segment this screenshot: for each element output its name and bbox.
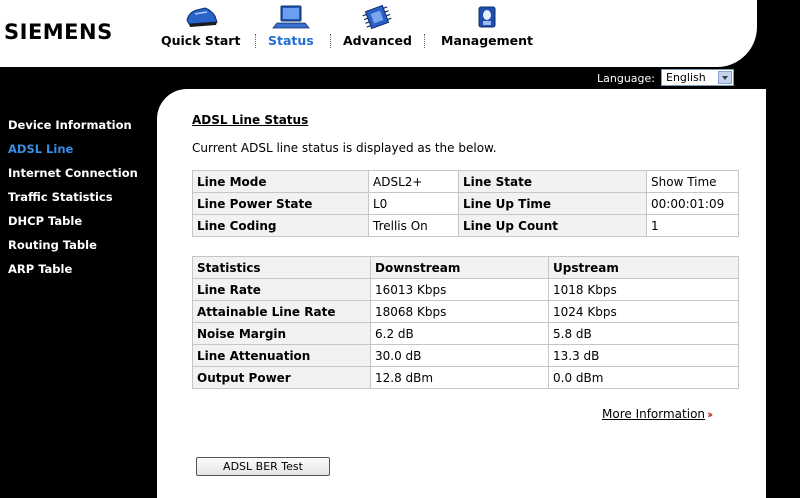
column-header: Statistics — [192, 256, 371, 279]
table-row: Line Rate 16013 Kbps 1018 Kbps — [192, 278, 739, 301]
nav-label: Advanced — [343, 33, 412, 48]
table-cell: Line Up Time — [458, 192, 647, 215]
manager-icon — [478, 6, 496, 28]
nav-divider — [255, 34, 256, 48]
table-cell: 16013 Kbps — [370, 278, 549, 301]
table-cell: 12.8 dBm — [370, 366, 549, 389]
table-cell: Trellis On — [368, 214, 459, 237]
table-cell: ADSL2+ — [368, 170, 459, 193]
table-cell: 1024 Kbps — [548, 300, 739, 323]
column-header: Downstream — [370, 256, 549, 279]
table-cell: 6.2 dB — [370, 322, 549, 345]
table-cell: Line Rate — [192, 278, 371, 301]
table-cell: Output Power — [192, 366, 371, 389]
nav-label: Management — [441, 33, 534, 48]
table-cell: 30.0 dB — [370, 344, 549, 367]
table-cell: Noise Margin — [192, 322, 371, 345]
table-cell: 18068 Kbps — [370, 300, 549, 323]
sidebar-item-device-information[interactable]: Device Information — [0, 110, 157, 134]
sidebar: Device Information ADSL Line Internet Co… — [0, 110, 157, 278]
table-row: Line Power State L0 Line Up Time 00:00:0… — [192, 192, 739, 215]
table-row: Line Mode ADSL2+ Line State Show Time — [192, 170, 739, 193]
more-information-label: More Information — [602, 407, 706, 421]
nav-divider — [424, 34, 425, 48]
table-row: Attainable Line Rate 18068 Kbps 1024 Kbp… — [192, 300, 739, 323]
page-description: Current ADSL line status is displayed as… — [192, 141, 497, 155]
nav-status[interactable]: Status — [268, 4, 314, 48]
sidebar-item-internet-connection[interactable]: Internet Connection — [0, 158, 157, 182]
laptop-icon — [272, 5, 310, 29]
sidebar-item-traffic-statistics[interactable]: Traffic Statistics — [0, 182, 157, 206]
table-cell: Line Up Count — [458, 214, 647, 237]
table-cell: Line Attenuation — [192, 344, 371, 367]
table-cell: 5.8 dB — [548, 322, 739, 345]
double-chevron-right-icon: ›› — [707, 408, 713, 421]
table-cell: Show Time — [646, 170, 739, 193]
table-cell: 1 — [646, 214, 739, 237]
table-cell: 13.3 dB — [548, 344, 739, 367]
line-status-table: Line Mode ADSL2+ Line State Show Time Li… — [192, 170, 739, 237]
nav-advanced[interactable]: Advanced — [343, 4, 412, 48]
language-select[interactable]: English — [661, 69, 734, 86]
table-cell: 0.0 dBm — [548, 366, 739, 389]
table-cell: Line Power State — [192, 192, 369, 215]
page-title: ADSL Line Status — [192, 113, 309, 127]
header-bar: SIEMENS Quick Start Status Advanced Mana… — [0, 0, 757, 67]
language-selected-value: English — [666, 71, 706, 84]
sidebar-item-adsl-line[interactable]: ADSL Line — [0, 134, 157, 158]
sneaker-icon — [186, 7, 218, 27]
language-label: Language: — [597, 72, 655, 85]
table-cell: Line State — [458, 170, 647, 193]
table-cell: 00:00:01:09 — [646, 192, 739, 215]
table-cell: Line Coding — [192, 214, 369, 237]
table-cell: Attainable Line Rate — [192, 300, 371, 323]
column-header: Upstream — [548, 256, 739, 279]
table-header-row: Statistics Downstream Upstream — [192, 256, 739, 279]
table-row: Line Attenuation 30.0 dB 13.3 dB — [192, 344, 739, 367]
nav-label: Status — [268, 33, 314, 48]
table-cell: Line Mode — [192, 170, 369, 193]
table-row: Noise Margin 6.2 dB 5.8 dB — [192, 322, 739, 345]
main-content: ADSL Line Status Current ADSL line statu… — [157, 89, 766, 498]
siemens-logo: SIEMENS — [4, 20, 113, 44]
adsl-ber-test-button[interactable]: ADSL BER Test — [196, 457, 330, 476]
table-row: Line Coding Trellis On Line Up Count 1 — [192, 214, 739, 237]
chevron-down-icon[interactable] — [718, 71, 732, 84]
nav-quick-start[interactable]: Quick Start — [161, 4, 240, 48]
table-cell: L0 — [368, 192, 459, 215]
statistics-table: Statistics Downstream Upstream Line Rate… — [192, 256, 739, 389]
table-row: Output Power 12.8 dBm 0.0 dBm — [192, 366, 739, 389]
nav-divider — [330, 34, 331, 48]
sidebar-item-routing-table[interactable]: Routing Table — [0, 230, 157, 254]
table-cell: 1018 Kbps — [548, 278, 739, 301]
sidebar-item-dhcp-table[interactable]: DHCP Table — [0, 206, 157, 230]
nav-label: Quick Start — [161, 33, 241, 48]
more-information-link[interactable]: More Information ›› — [602, 407, 713, 421]
nav-management[interactable]: Management — [441, 4, 533, 48]
chip-icon — [362, 4, 392, 30]
sidebar-item-arp-table[interactable]: ARP Table — [0, 254, 157, 278]
